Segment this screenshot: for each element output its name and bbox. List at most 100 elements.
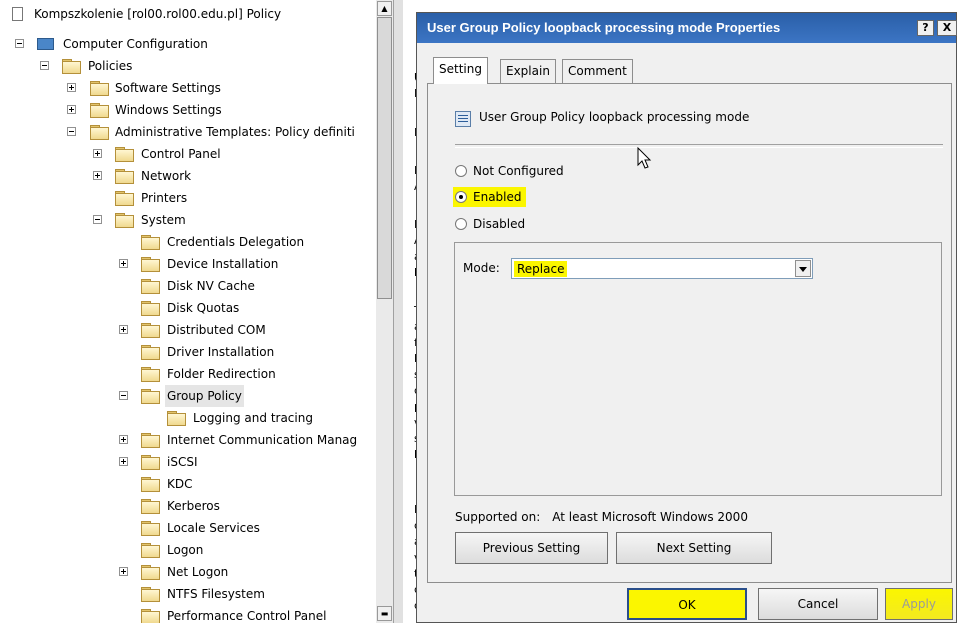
collapse-icon[interactable] bbox=[15, 39, 24, 48]
tree-item-label: Logging and tracing bbox=[193, 411, 313, 425]
folder-icon bbox=[141, 279, 160, 294]
tree-item-label: Administrative Templates: Policy definit… bbox=[115, 125, 355, 139]
policy-name: User Group Policy loopback processing mo… bbox=[479, 110, 750, 124]
separator bbox=[455, 144, 943, 148]
folder-icon bbox=[90, 125, 109, 140]
pane-splitter[interactable] bbox=[393, 0, 403, 623]
help-button[interactable]: ? bbox=[917, 20, 934, 36]
mode-dropdown[interactable]: Replace bbox=[511, 258, 813, 279]
folder-icon bbox=[141, 389, 160, 404]
radio-disabled[interactable]: Disabled bbox=[453, 214, 529, 234]
folder-icon bbox=[141, 587, 160, 602]
tab-setting[interactable]: Setting bbox=[433, 57, 488, 84]
tree-item-label: Net Logon bbox=[167, 565, 229, 579]
folder-icon bbox=[115, 169, 134, 184]
folder-icon bbox=[141, 521, 160, 536]
tree-item-label: Credentials Delegation bbox=[167, 235, 305, 249]
tree-item-label: Disk NV Cache bbox=[167, 279, 255, 293]
folder-icon bbox=[141, 235, 160, 250]
supported-label: Supported on: bbox=[455, 510, 541, 524]
options-box bbox=[454, 242, 942, 496]
tree-item-label: Locale Services bbox=[167, 521, 260, 535]
radio-label: Not Configured bbox=[473, 164, 564, 178]
tree-scrollbar[interactable]: ▲ ▬ bbox=[376, 0, 393, 623]
collapse-icon[interactable] bbox=[119, 391, 128, 400]
tree-item-label: Policies bbox=[88, 59, 133, 73]
cancel-button[interactable]: Cancel bbox=[758, 588, 878, 620]
folder-icon bbox=[141, 565, 160, 580]
collapse-icon[interactable] bbox=[93, 215, 102, 224]
folder-icon bbox=[141, 477, 160, 492]
next-setting-button[interactable]: Next Setting bbox=[616, 532, 772, 564]
radio-label: Enabled bbox=[473, 190, 522, 204]
tree-item-label: Folder Redirection bbox=[167, 367, 276, 381]
folder-icon bbox=[90, 103, 109, 118]
expand-icon[interactable] bbox=[93, 149, 102, 158]
radio-button[interactable] bbox=[455, 218, 467, 230]
expand-icon[interactable] bbox=[119, 457, 128, 466]
collapse-icon[interactable] bbox=[40, 61, 49, 70]
radio-button[interactable] bbox=[455, 165, 467, 177]
expand-icon[interactable] bbox=[119, 567, 128, 576]
radio-enabled[interactable]: Enabled bbox=[453, 187, 526, 207]
tree-item-label: Windows Settings bbox=[115, 103, 222, 117]
tree-item-label: Internet Communication Manag bbox=[167, 433, 358, 447]
folder-icon bbox=[141, 301, 160, 316]
folder-icon bbox=[115, 191, 134, 206]
computer-icon bbox=[37, 38, 54, 50]
close-button[interactable]: X bbox=[937, 20, 957, 36]
tree-item-label: Software Settings bbox=[115, 81, 221, 95]
dialog-titlebar[interactable]: User Group Policy loopback processing mo… bbox=[417, 13, 957, 43]
collapse-icon[interactable] bbox=[67, 127, 76, 136]
mode-label: Mode: bbox=[463, 261, 500, 275]
scroll-down-arrow-icon[interactable]: ▬ bbox=[377, 606, 392, 621]
scrollbar-thumb[interactable] bbox=[377, 17, 392, 299]
tree-item-label: Kerberos bbox=[167, 499, 220, 513]
tree-item-label: Control Panel bbox=[141, 147, 221, 161]
properties-dialog: User Group Policy loopback processing mo… bbox=[416, 12, 957, 623]
radio-not-configured[interactable]: Not Configured bbox=[453, 161, 568, 181]
ok-button[interactable]: OK bbox=[627, 588, 747, 620]
tab-comment[interactable]: Comment bbox=[562, 59, 633, 83]
tree-item-label: Printers bbox=[141, 191, 188, 205]
tree-item-label: Distributed COM bbox=[167, 323, 266, 337]
policy-setting-icon bbox=[455, 111, 471, 127]
folder-icon bbox=[141, 257, 160, 272]
expand-icon[interactable] bbox=[67, 83, 76, 92]
radio-button-selected[interactable] bbox=[455, 191, 467, 203]
tree-item-label: Driver Installation bbox=[167, 345, 275, 359]
folder-icon bbox=[141, 367, 160, 382]
tree-root-label: Kompszkolenie [rol00.rol00.edu.pl] Polic… bbox=[34, 7, 282, 21]
folder-icon bbox=[141, 345, 160, 360]
folder-icon bbox=[141, 543, 160, 558]
supported-on: Supported on: At least Microsoft Windows … bbox=[455, 510, 748, 524]
folder-icon bbox=[141, 323, 160, 338]
tree-item-label: Network bbox=[141, 169, 192, 183]
expand-icon[interactable] bbox=[67, 105, 76, 114]
policy-tree: Kompszkolenie [rol00.rol00.edu.pl] Polic… bbox=[0, 0, 376, 623]
tree-item-label: Performance Control Panel bbox=[167, 609, 327, 623]
tab-explain[interactable]: Explain bbox=[500, 59, 556, 83]
tree-item-label: KDC bbox=[167, 477, 193, 491]
tree-item-label: NTFS Filesystem bbox=[167, 587, 265, 601]
expand-icon[interactable] bbox=[93, 171, 102, 180]
policy-document-icon bbox=[12, 7, 23, 21]
scroll-up-arrow-icon[interactable]: ▲ bbox=[377, 1, 392, 16]
expand-icon[interactable] bbox=[119, 325, 128, 334]
apply-button[interactable]: Apply bbox=[885, 588, 953, 620]
folder-icon bbox=[115, 147, 134, 162]
expand-icon[interactable] bbox=[119, 435, 128, 444]
tree-item-label: Logon bbox=[167, 543, 204, 557]
supported-value: At least Microsoft Windows 2000 bbox=[552, 510, 748, 524]
tree-item-label: Computer Configuration bbox=[63, 37, 208, 51]
tree-item-label: System bbox=[141, 213, 186, 227]
folder-icon bbox=[62, 59, 81, 74]
radio-label: Disabled bbox=[473, 217, 526, 231]
tree-item-label: Device Installation bbox=[167, 257, 279, 271]
previous-setting-button[interactable]: Previous Setting bbox=[455, 532, 608, 564]
expand-icon[interactable] bbox=[119, 259, 128, 268]
tree-item-label: iSCSI bbox=[167, 455, 198, 469]
folder-icon bbox=[141, 499, 160, 514]
chevron-down-icon[interactable] bbox=[795, 260, 811, 277]
dialog-title: User Group Policy loopback processing mo… bbox=[427, 20, 781, 35]
